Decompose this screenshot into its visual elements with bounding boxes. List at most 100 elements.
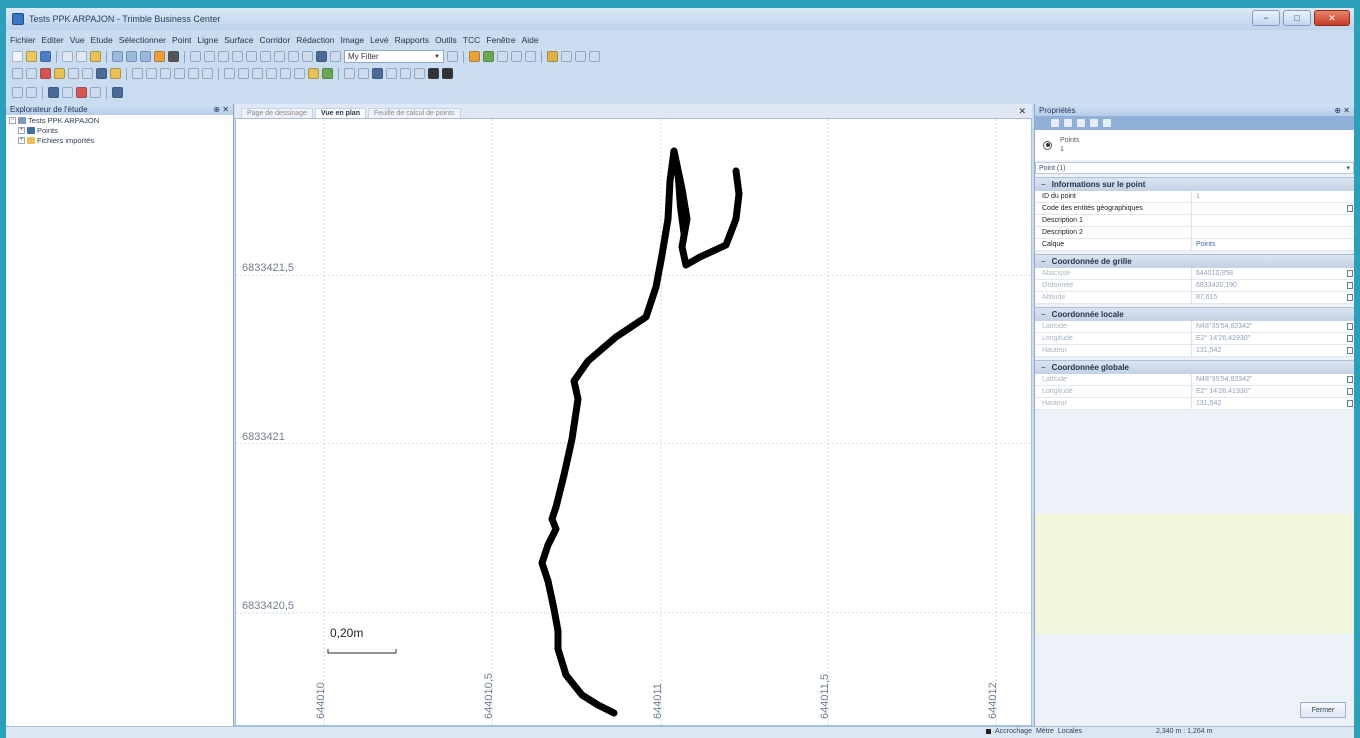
status-snap[interactable]: Accrochage (995, 728, 1032, 735)
zoom-in-icon[interactable] (132, 68, 143, 79)
save-icon[interactable] (40, 51, 51, 62)
zoom-out-icon[interactable] (146, 68, 157, 79)
pin-close-icon[interactable]: ⊕ ✕ (213, 105, 229, 114)
import-icon[interactable] (54, 68, 65, 79)
settings-icon[interactable] (1103, 119, 1111, 127)
menu-point[interactable]: Point (172, 35, 191, 45)
draw-icon[interactable] (372, 68, 383, 79)
prop-row[interactable]: Latitude N48°35'54,82342" (1035, 374, 1354, 386)
maximize-button[interactable]: □ (1283, 10, 1311, 26)
zoom-previous-icon[interactable] (202, 68, 213, 79)
prop-row[interactable]: Latitude N48°35'54,82342" (1035, 321, 1354, 333)
prop-value[interactable]: N48°35'54,82342" (1192, 374, 1354, 385)
browse-icon[interactable] (1347, 205, 1353, 212)
tab-drawing-page[interactable]: Page de dessinage (241, 108, 313, 118)
checkbox-icon[interactable] (1347, 388, 1353, 395)
snap-icon[interactable] (308, 68, 319, 79)
checkbox-icon[interactable] (1347, 282, 1353, 289)
view-icon[interactable] (288, 51, 299, 62)
prop-value[interactable]: E2° 14'26,41930" (1192, 386, 1354, 397)
expand-icon[interactable]: + (18, 136, 25, 144)
zoom-window-icon[interactable] (188, 68, 199, 79)
cogo-icon[interactable] (12, 87, 23, 98)
lasso-icon[interactable] (140, 51, 151, 62)
tool-icon[interactable] (561, 51, 572, 62)
snap-icon[interactable] (224, 68, 235, 79)
sort-icon[interactable] (1064, 119, 1072, 127)
section-global-coordinates[interactable]: Coordonnée globale (1035, 360, 1354, 374)
undo-icon[interactable] (12, 68, 23, 79)
filter-icon[interactable] (330, 51, 341, 62)
pointer-icon[interactable] (154, 51, 165, 62)
close-button[interactable]: Fermer (1300, 702, 1346, 718)
layer-icon[interactable] (469, 51, 480, 62)
snap-icon[interactable] (252, 68, 263, 79)
prop-row[interactable]: Calque Points (1035, 239, 1354, 251)
menu-ligne[interactable]: Ligne (197, 35, 218, 45)
menu-fenetre[interactable]: Fenêtre (486, 35, 515, 45)
draw-icon[interactable] (442, 68, 453, 79)
cogo-icon[interactable] (48, 87, 59, 98)
view-icon[interactable] (246, 51, 257, 62)
cogo-icon[interactable] (112, 87, 123, 98)
draw-icon[interactable] (358, 68, 369, 79)
prop-value[interactable] (1192, 227, 1354, 238)
menu-corridor[interactable]: Corridor (260, 35, 291, 45)
cogo-icon[interactable] (90, 87, 101, 98)
view-icon[interactable] (232, 51, 243, 62)
select-area-icon[interactable] (126, 51, 137, 62)
view-icon[interactable] (302, 51, 313, 62)
menu-selectionner[interactable]: Sélectionner (119, 35, 166, 45)
prop-value[interactable]: Points (1192, 239, 1354, 250)
checkbox-icon[interactable] (1347, 400, 1353, 407)
view-icon[interactable] (218, 51, 229, 62)
checkbox-icon[interactable] (1347, 323, 1353, 330)
paste-icon[interactable] (90, 51, 101, 62)
plan-canvas[interactable]: 6833421,5 6833421 6833420,5 644010 64401… (236, 119, 1031, 725)
draw-icon[interactable] (400, 68, 411, 79)
tree-item-points[interactable]: + Points (6, 125, 233, 135)
tree-item-imported-files[interactable]: + Fichiers importés (6, 135, 233, 145)
checkbox-icon[interactable] (1347, 294, 1353, 301)
snap-icon[interactable] (294, 68, 305, 79)
section-local-coordinates[interactable]: Coordonnée locale (1035, 307, 1354, 321)
layer-icon[interactable] (525, 51, 536, 62)
cogo-icon[interactable] (76, 87, 87, 98)
search-icon[interactable] (1090, 119, 1098, 127)
menu-aide[interactable]: Aide (522, 35, 539, 45)
target-icon[interactable] (168, 51, 179, 62)
menu-vue[interactable]: Vue (70, 35, 85, 45)
snap-icon[interactable] (238, 68, 249, 79)
view-icon[interactable] (204, 51, 215, 62)
tab-point-spreadsheet[interactable]: Feuille de calcul de points (367, 108, 461, 118)
menu-tcc[interactable]: TCC (463, 35, 480, 45)
object-selector[interactable]: Point (1) ▾ (1035, 162, 1354, 174)
tool-icon[interactable] (547, 51, 558, 62)
prop-row[interactable]: Code des entités géographiques (1035, 203, 1354, 215)
zoom-extents-icon[interactable] (160, 68, 171, 79)
status-coord-system[interactable]: Locales (1058, 728, 1082, 735)
tree-root[interactable]: − Tests PPK ARPAJON (6, 115, 233, 125)
menu-image[interactable]: Image (341, 35, 365, 45)
checkbox-icon[interactable] (1347, 376, 1353, 383)
checkbox-icon[interactable] (1347, 335, 1353, 342)
prop-value[interactable]: E2° 14'26,41930" (1192, 333, 1354, 344)
tool-icon[interactable] (575, 51, 586, 62)
export-icon[interactable] (68, 68, 79, 79)
grid-icon[interactable] (316, 51, 327, 62)
print-icon[interactable] (62, 51, 73, 62)
prop-row[interactable]: Altitude 87,615 (1035, 292, 1354, 304)
categorize-icon[interactable] (1051, 119, 1059, 127)
open-folder-icon[interactable] (26, 51, 37, 62)
prop-row[interactable]: ID du point 1 (1035, 191, 1354, 203)
select-icon[interactable] (112, 51, 123, 62)
cogo-icon[interactable] (62, 87, 73, 98)
checkbox-icon[interactable] (1347, 270, 1353, 277)
prop-value[interactable]: N48°35'54,82342" (1192, 321, 1354, 332)
prop-value[interactable]: 131,542 (1192, 345, 1354, 356)
prop-value[interactable] (1192, 215, 1354, 226)
prop-row[interactable]: Hauteur 131,542 (1035, 345, 1354, 357)
prop-value[interactable] (1192, 203, 1354, 214)
menu-surface[interactable]: Surface (224, 35, 253, 45)
prop-value[interactable]: 87,615 (1192, 292, 1354, 303)
